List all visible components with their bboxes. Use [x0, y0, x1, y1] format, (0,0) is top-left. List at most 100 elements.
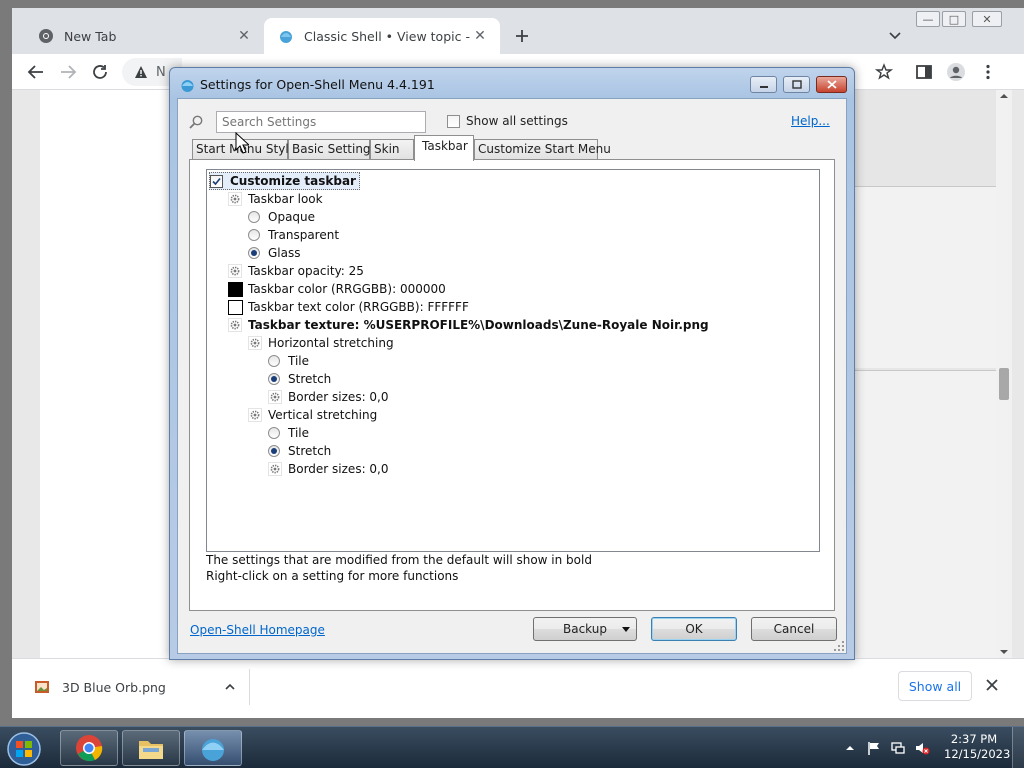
chrome-icon — [76, 735, 103, 762]
setting-row[interactable]: Vertical stretching — [248, 406, 377, 424]
chevron-down-icon[interactable] — [886, 26, 904, 44]
setting-row[interactable]: Taskbar texture: %USERPROFILE%\Downloads… — [228, 316, 709, 334]
setting-label: Taskbar color (RRGGBB): 000000 — [248, 282, 446, 296]
tab-taskbar[interactable]: Taskbar — [414, 135, 474, 161]
setting-row[interactable]: Opaque — [248, 208, 315, 226]
setting-label: Stretch — [288, 372, 332, 386]
dialog-close-button[interactable] — [816, 76, 847, 93]
backup-button[interactable]: Backup — [533, 617, 637, 641]
setting-row[interactable]: Stretch — [268, 370, 331, 388]
setting-label: Taskbar look — [248, 192, 323, 206]
tab-customize-start-menu[interactable]: Customize Start Menu — [474, 139, 611, 159]
radio-icon[interactable] — [248, 211, 260, 223]
profile-button[interactable] — [944, 60, 968, 84]
color-swatch[interactable] — [228, 281, 243, 297]
setting-label: Customize taskbar — [230, 174, 356, 188]
tab-new-tab[interactable]: New Tab ✕ — [24, 18, 264, 54]
taskbar-open-shell[interactable] — [184, 730, 242, 766]
system-tray — [842, 737, 930, 759]
radio-selected-icon[interactable] — [268, 445, 280, 457]
cancel-button[interactable]: Cancel — [751, 617, 837, 641]
taskbar-explorer[interactable] — [122, 730, 180, 766]
setting-row[interactable]: Customize taskbar — [209, 172, 360, 190]
maximize-button[interactable]: □ — [942, 11, 966, 27]
back-button[interactable] — [24, 60, 48, 84]
radio-icon[interactable] — [268, 355, 280, 367]
color-swatch[interactable] — [228, 299, 243, 315]
setting-row[interactable]: Transparent — [248, 226, 339, 244]
radio-icon[interactable] — [248, 229, 260, 241]
setting-row[interactable]: Tile — [268, 424, 309, 442]
dialog-minimize-button[interactable] — [750, 76, 777, 93]
checkbox-checked-icon[interactable] — [210, 174, 223, 188]
resize-grip-icon[interactable] — [834, 641, 844, 651]
volume-muted-icon[interactable] — [914, 740, 930, 756]
action-center-flag-icon[interactable] — [866, 740, 882, 756]
reload-button[interactable] — [88, 60, 112, 84]
setting-row[interactable]: Border sizes: 0,0 — [268, 388, 389, 406]
open-shell-homepage-link[interactable]: Open-Shell Homepage — [190, 623, 325, 637]
page-content-left — [40, 90, 180, 658]
dialog-maximize-button[interactable] — [783, 76, 810, 93]
minimize-button[interactable]: — — [916, 11, 940, 27]
scroll-up-icon[interactable] — [996, 90, 1012, 102]
reload-icon — [93, 65, 107, 79]
setting-label: Taskbar text color (RRGGBB): FFFFFF — [248, 300, 469, 314]
setting-row[interactable]: Horizontal stretching — [248, 334, 394, 352]
close-icon[interactable] — [984, 677, 1000, 693]
tray-expand-icon[interactable] — [842, 740, 858, 756]
download-item[interactable]: 3D Blue Orb.png — [22, 669, 250, 705]
system-clock[interactable]: 2:37 PM 12/15/2023 — [944, 732, 1010, 762]
ok-button[interactable]: OK — [651, 617, 737, 641]
show-all-settings-checkbox[interactable]: Show all settings — [447, 114, 568, 128]
setting-row[interactable]: Stretch — [268, 442, 331, 460]
close-tab-icon[interactable]: ✕ — [236, 28, 252, 44]
network-icon[interactable] — [890, 740, 906, 756]
taskbar-chrome[interactable] — [60, 730, 118, 766]
checkbox-box[interactable] — [447, 114, 460, 128]
radio-selected-icon[interactable] — [268, 373, 280, 385]
vertical-scrollbar[interactable] — [996, 90, 1012, 658]
setting-row[interactable]: Taskbar text color (RRGGBB): FFFFFF — [228, 298, 469, 316]
setting-row[interactable]: Glass — [248, 244, 301, 262]
setting-label: Vertical stretching — [268, 408, 378, 422]
radio-icon[interactable] — [268, 427, 280, 439]
radio-selected-icon[interactable] — [248, 247, 260, 259]
settings-tabs: Start Menu Style Basic Settings Skin Tas… — [192, 135, 842, 161]
setting-gear-icon — [228, 192, 248, 206]
setting-row[interactable]: Taskbar opacity: 25 — [228, 262, 364, 280]
side-panel-button[interactable] — [912, 60, 936, 84]
avatar-icon — [947, 63, 965, 81]
bookmark-star-button[interactable] — [872, 60, 896, 84]
show-all-downloads-button[interactable]: Show all — [898, 671, 972, 701]
close-window-button[interactable]: ✕ — [972, 11, 1002, 27]
search-icon — [189, 115, 203, 129]
chevron-up-icon[interactable] — [223, 680, 237, 694]
windows-start-orb-icon[interactable] — [4, 729, 44, 768]
setting-label: Taskbar opacity: 25 — [248, 264, 364, 278]
setting-row[interactable]: Border sizes: 0,0 — [268, 460, 389, 478]
chrome-icon — [39, 29, 53, 43]
setting-row[interactable]: Taskbar color (RRGGBB): 000000 — [228, 280, 446, 298]
setting-gear-icon — [228, 318, 248, 332]
search-settings-input[interactable] — [216, 111, 426, 133]
dropdown-arrow-icon — [622, 627, 630, 632]
scroll-down-icon[interactable] — [996, 646, 1012, 658]
tab-skin[interactable]: Skin — [370, 139, 414, 159]
forward-button[interactable] — [56, 60, 80, 84]
show-desktop-button[interactable] — [1012, 727, 1024, 768]
setting-row[interactable]: Tile — [268, 352, 309, 370]
setting-row[interactable]: Taskbar look — [228, 190, 323, 208]
menu-button[interactable] — [976, 60, 1000, 84]
setting-gear-icon — [248, 408, 268, 422]
close-tab-icon[interactable]: ✕ — [472, 28, 488, 44]
help-link[interactable]: Help... — [791, 114, 830, 128]
setting-gear-icon — [268, 462, 288, 476]
tab-classic-shell[interactable]: Classic Shell • View topic - Start M ✕ — [264, 18, 500, 54]
tab-basic-settings[interactable]: Basic Settings — [288, 139, 377, 159]
scrollbar-thumb[interactable] — [999, 368, 1009, 400]
page-content-right — [854, 90, 996, 658]
new-tab-button[interactable] — [510, 24, 534, 48]
settings-dialog: Settings for Open-Shell Menu 4.4.191 Sho… — [169, 67, 855, 660]
show-all-settings-label: Show all settings — [466, 114, 568, 128]
